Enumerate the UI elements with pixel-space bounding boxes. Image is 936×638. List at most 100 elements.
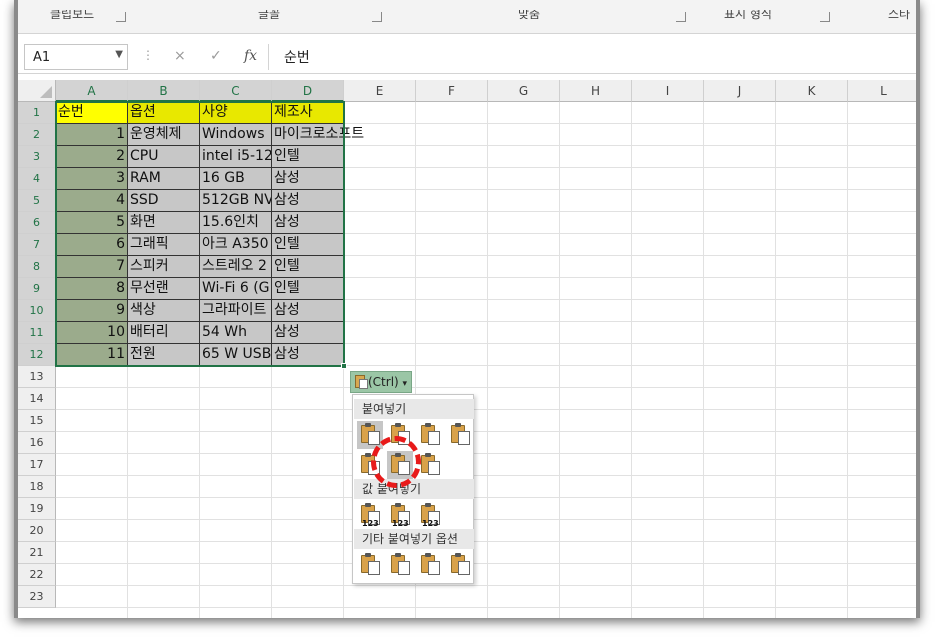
paste-values-button[interactable]: 123 — [357, 501, 383, 529]
row-header-16[interactable]: 16 — [18, 432, 56, 454]
table-cell[interactable]: 순번 — [56, 102, 128, 124]
table-cell[interactable]: 7 — [56, 256, 128, 278]
column-header-f[interactable]: F — [416, 80, 488, 102]
table-cell[interactable]: 3 — [56, 168, 128, 190]
row-header-20[interactable]: 20 — [18, 520, 56, 542]
table-cell[interactable]: 54 Wh — [200, 322, 272, 344]
table-cell[interactable]: 16 GB — [200, 168, 272, 190]
ribbon-group-alignment[interactable]: 맞춤 — [518, 10, 540, 26]
row-header-8[interactable]: 8 — [18, 256, 56, 278]
row-header-12[interactable]: 12 — [18, 344, 56, 366]
paste-option-button[interactable] — [417, 451, 443, 479]
column-header-b[interactable]: B — [128, 80, 200, 102]
table-cell[interactable]: 인텔 — [272, 234, 344, 256]
table-cell[interactable]: 11 — [56, 344, 128, 366]
paste-values-button[interactable]: 123 — [417, 501, 443, 529]
table-cell[interactable]: 아크 A350 — [200, 234, 272, 256]
dialog-launcher-icon[interactable] — [676, 12, 686, 22]
column-header-g[interactable]: G — [488, 80, 560, 102]
name-box[interactable]: A1 ▼ — [24, 44, 128, 70]
table-cell[interactable]: 사양 — [200, 102, 272, 124]
table-cell[interactable]: 8 — [56, 278, 128, 300]
table-cell[interactable]: 4 — [56, 190, 128, 212]
table-cell[interactable]: 2 — [56, 146, 128, 168]
row-header-3[interactable]: 3 — [18, 146, 56, 168]
row-header-18[interactable]: 18 — [18, 476, 56, 498]
row-header-6[interactable]: 6 — [18, 212, 56, 234]
formula-input[interactable]: 순번 — [284, 47, 310, 67]
dialog-launcher-icon[interactable] — [116, 12, 126, 22]
row-header-11[interactable]: 11 — [18, 322, 56, 344]
other-paste-button[interactable] — [447, 551, 473, 579]
table-cell[interactable]: 삼성 — [272, 300, 344, 322]
table-cell[interactable]: 인텔 — [272, 256, 344, 278]
row-header-7[interactable]: 7 — [18, 234, 56, 256]
dialog-launcher-icon[interactable] — [820, 12, 830, 22]
table-cell[interactable]: 전원 — [128, 344, 200, 366]
table-cell[interactable]: 5 — [56, 212, 128, 234]
table-cell[interactable]: 그래픽 — [128, 234, 200, 256]
row-header-5[interactable]: 5 — [18, 190, 56, 212]
table-cell[interactable]: 인텔 — [272, 278, 344, 300]
table-cell[interactable]: 인텔 — [272, 146, 344, 168]
table-cell[interactable]: 삼성 — [272, 212, 344, 234]
column-header-e[interactable]: E — [344, 80, 416, 102]
row-header-15[interactable]: 15 — [18, 410, 56, 432]
table-cell[interactable]: 스피커 — [128, 256, 200, 278]
table-cell[interactable]: CPU — [128, 146, 200, 168]
paste-values-button[interactable]: 123 — [387, 501, 413, 529]
table-cell[interactable]: 1 — [56, 124, 128, 146]
table-cell[interactable]: 운영체제 — [128, 124, 200, 146]
row-header-23[interactable]: 23 — [18, 586, 56, 608]
column-header-c[interactable]: C — [200, 80, 272, 102]
table-cell[interactable]: 6 — [56, 234, 128, 256]
table-cell[interactable]: 그라파이트 — [200, 300, 272, 322]
row-header-1[interactable]: 1 — [18, 102, 56, 124]
table-cell[interactable]: 제조사 — [272, 102, 344, 124]
column-header-l[interactable]: L — [848, 80, 916, 102]
table-cell[interactable]: 삼성 — [272, 190, 344, 212]
other-paste-button[interactable] — [417, 551, 443, 579]
column-header-d[interactable]: D — [272, 80, 344, 102]
column-header-k[interactable]: K — [776, 80, 848, 102]
row-header-10[interactable]: 10 — [18, 300, 56, 322]
table-cell[interactable]: 65 W USB — [200, 344, 272, 366]
table-cell[interactable]: 삼성 — [272, 322, 344, 344]
table-cell[interactable]: 색상 — [128, 300, 200, 322]
table-cell[interactable]: intel i5-12 — [200, 146, 272, 168]
insert-function-icon[interactable]: fx — [244, 48, 257, 64]
table-cell[interactable]: SSD — [128, 190, 200, 212]
select-all-button[interactable] — [18, 80, 56, 102]
table-cell[interactable]: 마이크로소프트 — [272, 124, 364, 146]
row-header-19[interactable]: 19 — [18, 498, 56, 520]
row-header-4[interactable]: 4 — [18, 168, 56, 190]
table-cell[interactable]: 배터리 — [128, 322, 200, 344]
table-cell[interactable]: Windows — [200, 124, 272, 146]
ribbon-group-number[interactable]: 표시 형식 — [724, 10, 772, 26]
column-header-h[interactable]: H — [560, 80, 632, 102]
cancel-icon[interactable]: × — [174, 48, 186, 64]
row-header-17[interactable]: 17 — [18, 454, 56, 476]
other-paste-button[interactable] — [357, 551, 383, 579]
table-cell[interactable]: 스트레오 2 — [200, 256, 272, 278]
table-cell[interactable]: 무선랜 — [128, 278, 200, 300]
table-cell[interactable]: Wi-Fi 6 (G — [200, 278, 272, 300]
row-header-13[interactable]: 13 — [18, 366, 56, 388]
table-cell[interactable]: 삼성 — [272, 344, 344, 366]
column-header-i[interactable]: I — [632, 80, 704, 102]
enter-icon[interactable]: ✓ — [210, 48, 222, 64]
row-header-9[interactable]: 9 — [18, 278, 56, 300]
ribbon-group-font[interactable]: 글꼴 — [258, 10, 280, 26]
column-header-a[interactable]: A — [56, 80, 128, 102]
chevron-down-icon[interactable]: ▼ — [115, 49, 123, 60]
table-cell[interactable]: 삼성 — [272, 168, 344, 190]
fill-handle[interactable] — [341, 363, 347, 369]
row-header-14[interactable]: 14 — [18, 388, 56, 410]
other-paste-button[interactable] — [387, 551, 413, 579]
table-cell[interactable]: 화면 — [128, 212, 200, 234]
paste-options-button[interactable]: (Ctrl) ▾ — [350, 371, 412, 393]
table-cell[interactable]: 10 — [56, 322, 128, 344]
table-cell[interactable]: RAM — [128, 168, 200, 190]
table-cell[interactable]: 512GB NV — [200, 190, 272, 212]
table-cell[interactable]: 옵션 — [128, 102, 200, 124]
